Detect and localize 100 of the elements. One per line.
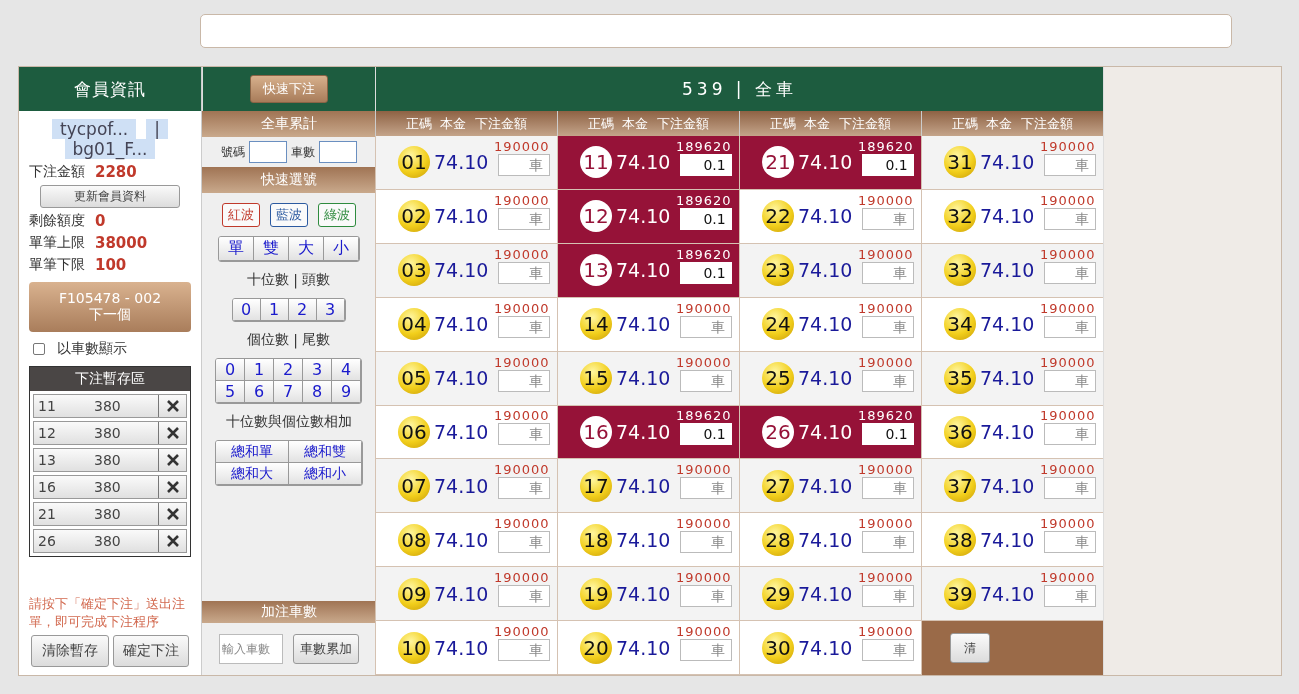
number-cell[interactable]: 07 74.10 190000 車: [375, 459, 557, 514]
bet-field[interactable]: 車: [497, 423, 550, 446]
wave-button[interactable]: 藍波: [269, 203, 308, 227]
bet-field[interactable]: 車: [497, 315, 550, 338]
key-button[interactable]: 4: [332, 359, 361, 381]
number-cell[interactable]: 25 74.10 190000 車: [739, 351, 921, 406]
key-button[interactable]: 2: [288, 299, 317, 321]
number-cell[interactable]: 05 74.10 190000 車: [375, 351, 557, 406]
bet-field[interactable]: 車: [861, 639, 914, 662]
number-cell[interactable]: 02 74.10 190000 車: [375, 189, 557, 244]
number-cell[interactable]: 20 74.10 190000 車: [557, 621, 739, 675]
bet-field[interactable]: 車: [497, 585, 550, 608]
bet-field[interactable]: 車: [861, 315, 914, 338]
number-cell[interactable]: 35 74.10 190000 車: [921, 351, 1103, 406]
bet-field[interactable]: 0.1: [861, 423, 914, 446]
bet-field[interactable]: 車: [497, 261, 550, 284]
bet-field[interactable]: 0.1: [679, 207, 732, 230]
number-cell[interactable]: 18 74.10 190000 車: [557, 513, 739, 568]
refresh-button[interactable]: 更新會員資料: [40, 185, 180, 208]
key-button[interactable]: 總和大: [215, 463, 289, 485]
bet-field[interactable]: 0.1: [679, 153, 732, 176]
number-cell[interactable]: 23 74.10 190000 車: [739, 243, 921, 298]
bet-field[interactable]: 車: [1043, 315, 1096, 338]
bet-field[interactable]: 車: [1043, 207, 1096, 230]
key-button[interactable]: 總和雙: [288, 441, 362, 463]
temp-row[interactable]: 16 380: [33, 475, 187, 499]
bet-field[interactable]: 車: [679, 639, 732, 662]
bet-field[interactable]: 車: [497, 531, 550, 554]
number-cell[interactable]: 38 74.10 190000 車: [921, 513, 1103, 568]
key-button[interactable]: 3: [303, 359, 332, 381]
top-field[interactable]: [200, 14, 1232, 48]
bet-field[interactable]: 車: [497, 207, 550, 230]
bet-field[interactable]: 0.1: [679, 261, 732, 284]
key-button[interactable]: 2: [274, 359, 303, 381]
number-cell[interactable]: 26 74.10 189620 0.1: [739, 405, 921, 460]
number-cell[interactable]: 19 74.10 190000 車: [557, 567, 739, 622]
number-cell[interactable]: 29 74.10 190000 車: [739, 567, 921, 622]
bet-field[interactable]: 車: [861, 261, 914, 284]
number-cell[interactable]: 30 74.10 190000 車: [739, 621, 921, 675]
number-cell[interactable]: 37 74.10 190000 車: [921, 459, 1103, 514]
number-cell[interactable]: 12 74.10 189620 0.1: [557, 189, 739, 244]
number-cell[interactable]: 14 74.10 190000 車: [557, 297, 739, 352]
key-button[interactable]: 8: [303, 381, 332, 403]
number-cell[interactable]: 03 74.10 190000 車: [375, 243, 557, 298]
count-field[interactable]: [318, 141, 357, 163]
bet-field[interactable]: 車: [497, 639, 550, 662]
key-button[interactable]: 3: [316, 299, 345, 321]
number-cell[interactable]: 10 74.10 190000 車: [375, 621, 557, 675]
temp-row[interactable]: 12 380: [33, 421, 187, 445]
number-cell[interactable]: 31 74.10 190000 車: [921, 136, 1103, 190]
bet-field[interactable]: 車: [1043, 423, 1096, 446]
number-cell[interactable]: 33 74.10 190000 車: [921, 243, 1103, 298]
bet-field[interactable]: 車: [861, 369, 914, 392]
clear-button[interactable]: 清: [950, 633, 990, 664]
key-button[interactable]: 7: [274, 381, 303, 403]
count-input[interactable]: 輸入車數: [218, 634, 283, 664]
number-field[interactable]: [248, 141, 287, 163]
number-cell[interactable]: 36 74.10 190000 車: [921, 405, 1103, 460]
key-button[interactable]: 0: [232, 299, 261, 321]
number-cell[interactable]: 09 74.10 190000 車: [375, 567, 557, 622]
bet-field[interactable]: 車: [679, 531, 732, 554]
key-button[interactable]: 總和小: [288, 463, 362, 485]
number-cell[interactable]: 39 74.10 190000 車: [921, 567, 1103, 622]
key-button[interactable]: 1: [260, 299, 289, 321]
bet-field[interactable]: 車: [861, 477, 914, 500]
number-cell[interactable]: 21 74.10 189620 0.1: [739, 136, 921, 190]
number-cell[interactable]: 08 74.10 190000 車: [375, 513, 557, 568]
bet-field[interactable]: 車: [1043, 585, 1096, 608]
bet-field[interactable]: 車: [1043, 369, 1096, 392]
number-cell[interactable]: 22 74.10 190000 車: [739, 189, 921, 244]
bet-field[interactable]: 車: [679, 585, 732, 608]
bet-field[interactable]: 車: [861, 531, 914, 554]
number-cell[interactable]: 34 74.10 190000 車: [921, 297, 1103, 352]
bet-field[interactable]: 車: [497, 477, 550, 500]
key-button[interactable]: 0: [216, 359, 245, 381]
temp-row[interactable]: 13 380: [33, 448, 187, 472]
bet-field[interactable]: 車: [1043, 477, 1096, 500]
number-cell[interactable]: 32 74.10 190000 車: [921, 189, 1103, 244]
number-cell[interactable]: 28 74.10 190000 車: [739, 513, 921, 568]
number-cell[interactable]: 17 74.10 190000 車: [557, 459, 739, 514]
number-cell[interactable]: 06 74.10 190000 車: [375, 405, 557, 460]
bet-field[interactable]: 車: [1043, 153, 1096, 176]
key-button[interactable]: 大: [288, 237, 324, 261]
key-button[interactable]: 小: [323, 237, 359, 261]
key-button[interactable]: 總和單: [215, 441, 289, 463]
wave-button[interactable]: 綠波: [317, 203, 356, 227]
number-cell[interactable]: 04 74.10 190000 車: [375, 297, 557, 352]
bet-field[interactable]: 車: [679, 369, 732, 392]
key-button[interactable]: 單: [218, 237, 254, 261]
number-cell[interactable]: 16 74.10 189620 0.1: [557, 405, 739, 460]
bet-field[interactable]: 車: [1043, 531, 1096, 554]
number-cell[interactable]: 24 74.10 190000 車: [739, 297, 921, 352]
bet-field[interactable]: 車: [861, 585, 914, 608]
bet-field[interactable]: 車: [861, 207, 914, 230]
temp-row[interactable]: 21 380: [33, 502, 187, 526]
key-button[interactable]: 雙: [253, 237, 289, 261]
number-cell[interactable]: 01 74.10 190000 車: [375, 136, 557, 190]
number-cell[interactable]: 13 74.10 189620 0.1: [557, 243, 739, 298]
number-cell[interactable]: 15 74.10 190000 車: [557, 351, 739, 406]
key-button[interactable]: 5: [216, 381, 245, 403]
